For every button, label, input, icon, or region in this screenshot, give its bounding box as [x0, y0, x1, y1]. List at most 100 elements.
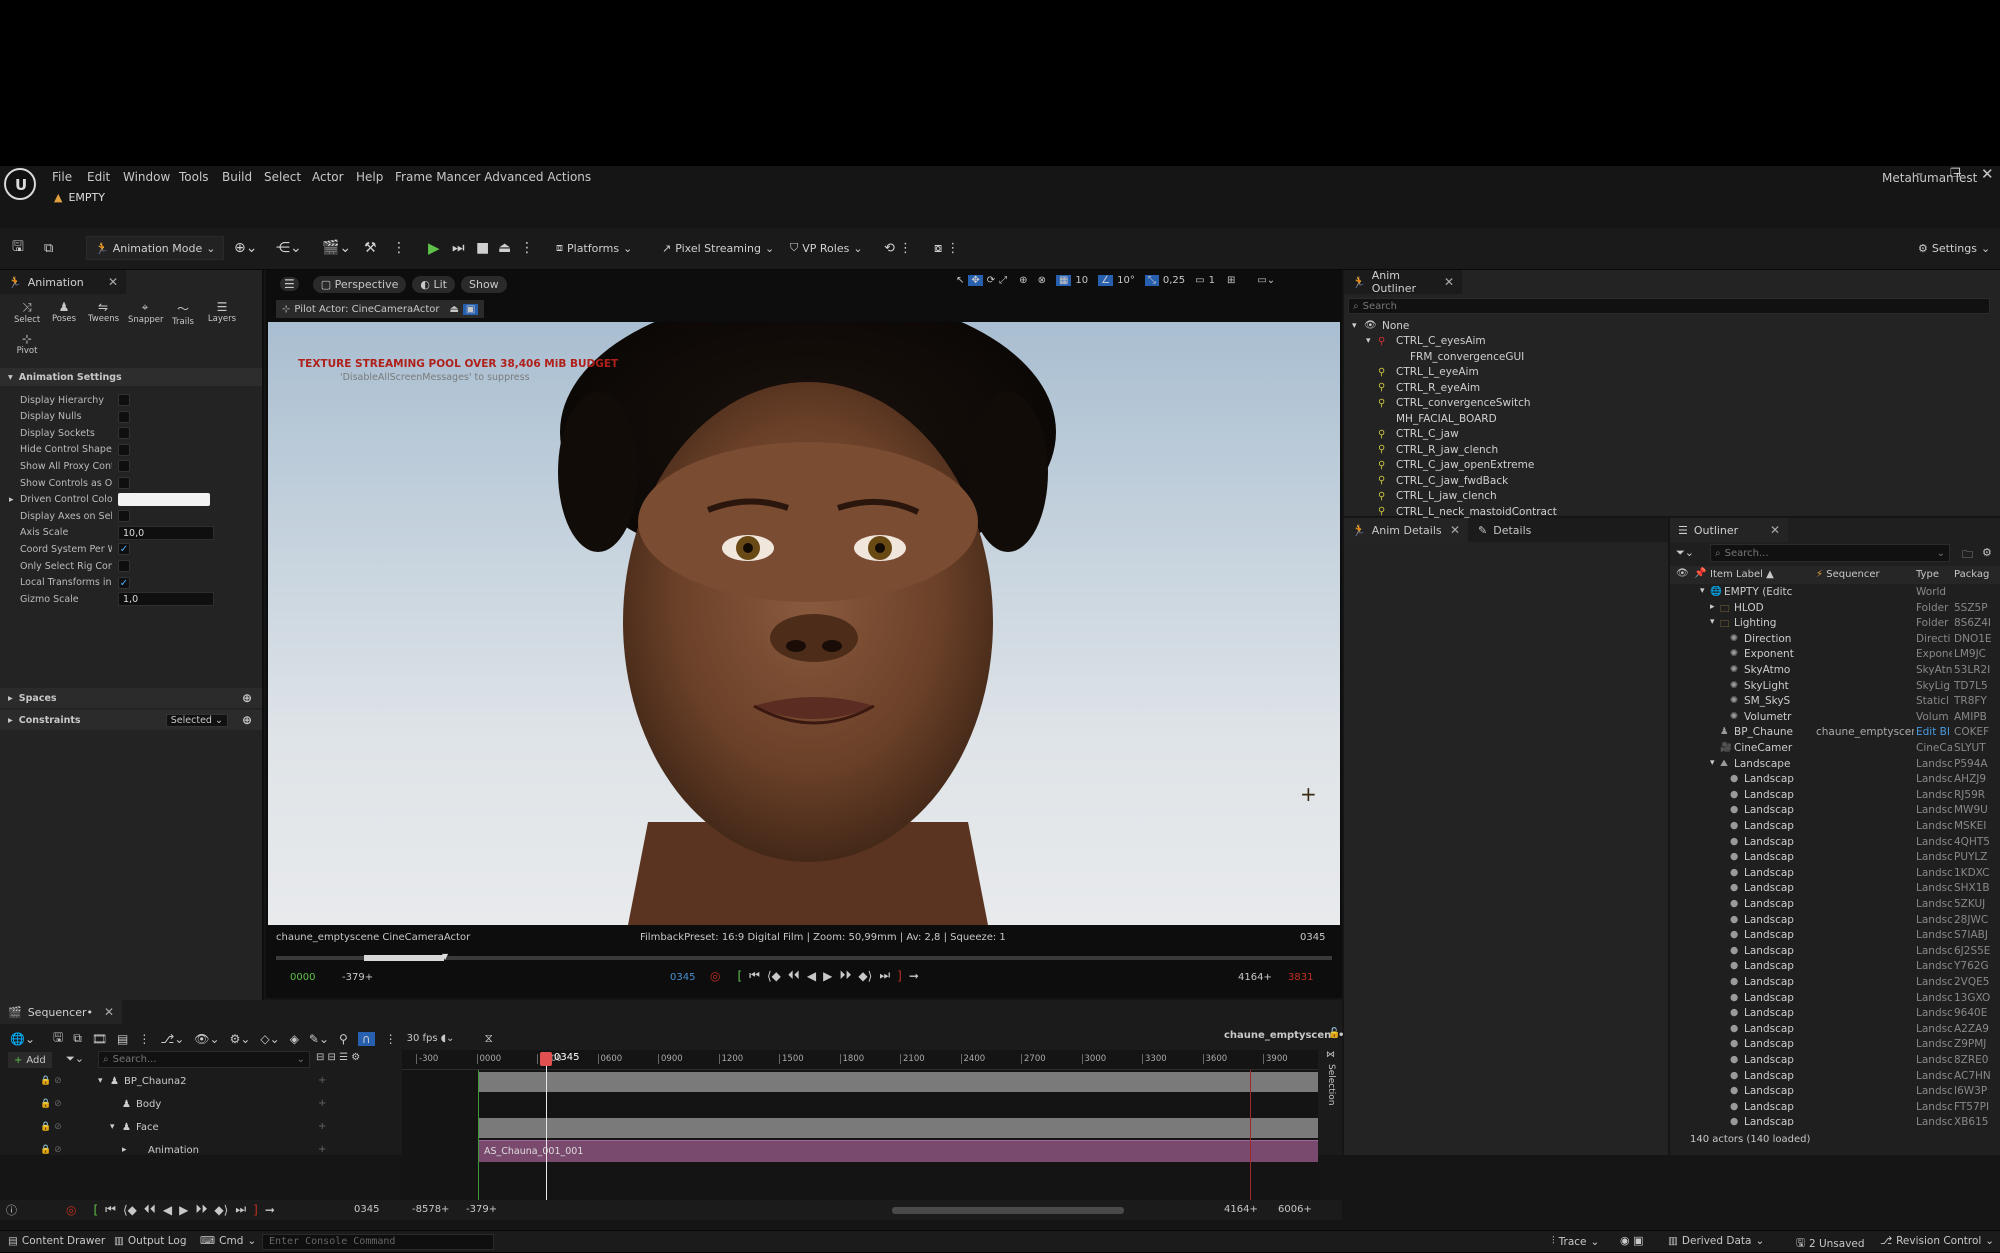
render-icon[interactable]: 🎞 — [92, 1032, 107, 1046]
column-sequencer[interactable]: ⚡ Sequencer — [1816, 569, 1880, 580]
sequencer-track[interactable]: 🔒 ⊘ ▾ ♟ BP_Chauna2 + — [0, 1072, 400, 1094]
anim-outliner-item[interactable]: ⚲ CTRL_L_neck_mastoidContract — [1344, 504, 1557, 519]
menu-frame-mancer[interactable]: Frame Mancer Advanced Actions — [395, 170, 591, 184]
camera-speed-icon[interactable]: ▭ — [1195, 275, 1204, 286]
step-back-icon[interactable]: ⏴⏴ — [144, 1202, 156, 1217]
outliner-row[interactable]: ● Landscap Landsc SHX1B — [1670, 882, 2000, 898]
spaces-header[interactable]: ▸ Spaces ⊕ — [0, 688, 262, 708]
view-range-end[interactable]: 6006+ — [1278, 1204, 1312, 1215]
save-sequence-icon[interactable]: 🖫 — [53, 1028, 63, 1049]
set-end-icon[interactable]: ] — [897, 969, 902, 983]
step-icon[interactable]: ⏭ — [452, 236, 465, 260]
add-track-icon[interactable]: + — [318, 1075, 326, 1086]
anim-outliner-item[interactable]: FRM_convergenceGUI — [1344, 349, 1524, 364]
output-log-button[interactable]: ▥ Output Log — [114, 1235, 187, 1247]
grid-snap-value[interactable]: 10 — [1075, 275, 1088, 286]
viewport-out-frame[interactable]: 4164+ — [1238, 972, 1272, 983]
step-forward-icon[interactable]: ⏵⏵ — [839, 968, 851, 983]
chevron-down-icon[interactable]: ▾ — [98, 1076, 103, 1086]
translate-mode-icon[interactable]: ✥ — [968, 275, 983, 286]
visibility-column-icon[interactable]: 👁 — [1676, 568, 1689, 579]
outliner-row[interactable]: ● Landscap Landsc S7IABJ — [1670, 929, 2000, 945]
playback-options-icon[interactable]: ⋮ — [138, 1032, 150, 1046]
play-options-icon[interactable]: ⋮ — [520, 236, 534, 260]
timeline-area[interactable]: -300000003000600090012001500180021002400… — [402, 1050, 1318, 1200]
settings-dropdown[interactable]: ⚙ Settings ⌄ — [1918, 236, 1990, 260]
outliner-row[interactable]: ✺ Exponent Expone LM9JC — [1670, 648, 2000, 664]
add-space-icon[interactable]: ⊕ — [242, 691, 252, 705]
outliner-row[interactable]: ✺ Volumetr Volum AMIPB — [1670, 711, 2000, 727]
chevron-down-icon[interactable]: ▾ — [110, 1122, 115, 1132]
snap-options-icon[interactable]: ⚙⌄ — [230, 1032, 251, 1046]
tool-layers[interactable]: ☰ Layers — [206, 300, 238, 324]
working-range-start[interactable]: -379+ — [466, 1204, 497, 1215]
color-swatch[interactable] — [118, 493, 210, 507]
step-forward-icon[interactable]: ⏵⏵ — [195, 1202, 207, 1217]
anim-outliner-item[interactable]: ⚲ CTRL_C_jaw — [1344, 427, 1459, 442]
cmd-dropdown[interactable]: ⌨ Cmd ⌄ — [200, 1235, 256, 1247]
setting-checkbox[interactable] — [118, 510, 130, 523]
anim-outliner-item[interactable]: ⚲ CTRL_C_jaw_fwdBack — [1344, 473, 1508, 488]
pin-column-icon[interactable]: 📌 — [1694, 568, 1706, 579]
anim-outliner-item[interactable]: ⚲ CTRL_R_jaw_clench — [1344, 442, 1498, 457]
close-icon[interactable]: ✕ — [104, 1005, 114, 1019]
outliner-row[interactable]: ✺ SM_SkyS Staticl TR8FY — [1670, 695, 2000, 711]
outliner-row[interactable]: ✺ SkyAtmo SkyAtn 53LR2I — [1670, 664, 2000, 680]
playhead[interactable] — [540, 1052, 552, 1066]
jump-end-icon[interactable]: ⏭ — [235, 1202, 246, 1217]
unsaved-button[interactable]: 🖫 2 Unsaved — [1796, 1235, 1865, 1253]
lit-button[interactable]: ◐ Lit — [412, 275, 455, 293]
outliner-row[interactable]: ● Landscap Landsc MSKEI — [1670, 820, 2000, 836]
menu-tools[interactable]: Tools — [179, 170, 209, 184]
menu-select[interactable]: Select — [264, 170, 301, 184]
menu-edit[interactable]: Edit — [87, 170, 110, 184]
sequencer-track[interactable]: 🔒 ⊘ ▾ ♟ Face + — [0, 1118, 400, 1140]
world-icon[interactable]: 🌐⌄ — [10, 1032, 35, 1046]
setting-checkbox[interactable] — [118, 394, 130, 406]
tool-tweens[interactable]: ⇋ Tweens — [88, 300, 119, 324]
outliner-row[interactable]: ● Landscap Landsc 2VQE5 — [1670, 976, 2000, 992]
minimize-button[interactable]: – — [1916, 166, 1923, 182]
track-bar-face[interactable] — [478, 1118, 1318, 1138]
outliner-row[interactable]: ● Landscap Landsc 13GXO — [1670, 992, 2000, 1008]
outliner-row[interactable]: ▾ 🗀 Lighting Folder 8S6Z4I — [1670, 617, 2000, 633]
console-input[interactable]: Enter Console Command — [262, 1234, 494, 1250]
vp-roles-dropdown[interactable]: ⛉ VP Roles ⌄ — [790, 236, 863, 260]
pilot-actor-bar[interactable]: ⊹ Pilot Actor: CineCameraActor ⏏ ▣ — [276, 300, 485, 318]
anim-outliner-item[interactable]: ⚲ CTRL_L_jaw_clench — [1344, 489, 1497, 504]
outliner-row[interactable]: ● Landscap Landsc MW9U — [1670, 804, 2000, 820]
outliner-row[interactable]: ● Landscap Landsc Z9PMJ — [1670, 1038, 2000, 1054]
add-constraint-icon[interactable]: ⊕ — [242, 713, 252, 727]
mode-dropdown[interactable]: 🏃 Animation Mode ⌄ — [86, 236, 225, 260]
menu-window[interactable]: Window — [123, 170, 170, 184]
anim-outliner-item[interactable]: MH_FACIAL_BOARD — [1344, 411, 1497, 426]
record-status-icon[interactable]: ◉ ▣ — [1620, 1234, 1644, 1247]
camera-lock-icon[interactable]: ▣ — [462, 303, 479, 315]
outliner-row[interactable]: ✺ Direction Directi DNO1E — [1670, 633, 2000, 649]
perspective-button[interactable]: ▢ Perspective — [312, 275, 407, 293]
close-icon[interactable]: ✕ — [1444, 275, 1454, 289]
viewport-start-frame[interactable]: 0000 — [290, 972, 315, 983]
menu-actor[interactable]: Actor — [312, 170, 344, 184]
constraints-header[interactable]: ▸ Constraints Selected ⌄ ⊕ — [0, 710, 262, 730]
save-icon[interactable]: 🖫 — [12, 236, 24, 260]
setting-checkbox[interactable] — [118, 460, 130, 473]
anim-outliner-search[interactable]: ⌕ Search — [1348, 298, 1990, 314]
close-icon[interactable]: ✕ — [108, 275, 118, 289]
platforms-dropdown[interactable]: ⧈ Platforms ⌄ — [556, 236, 632, 260]
setting-checkbox[interactable] — [118, 427, 130, 440]
hamburger-icon[interactable]: ☰ — [280, 277, 299, 291]
info-icon[interactable]: ⓘ — [6, 1202, 17, 1218]
play-forward-icon[interactable]: ▶ — [823, 969, 832, 983]
actions-icon[interactable]: ⎇⌄ — [160, 1032, 184, 1046]
trace-dropdown[interactable]: ⫶ Trace ⌄ — [1552, 1235, 1599, 1248]
loop-icon[interactable]: ➞ — [265, 1203, 275, 1217]
restore-button[interactable]: ❐ — [1950, 166, 1961, 180]
scale-snap-icon[interactable]: ⤡ — [1144, 275, 1159, 286]
sequencer-track[interactable]: 🔒 ⊘ ▸ Animation + — [0, 1141, 400, 1163]
setting-checkbox[interactable] — [118, 410, 130, 423]
column-type[interactable]: Type — [1916, 569, 1939, 580]
show-button[interactable]: Show — [460, 275, 507, 293]
add-actor-icon[interactable]: ⊕⌄ — [234, 236, 257, 260]
tab-outliner[interactable]: ☰ Outliner ✕ — [1670, 518, 1788, 542]
